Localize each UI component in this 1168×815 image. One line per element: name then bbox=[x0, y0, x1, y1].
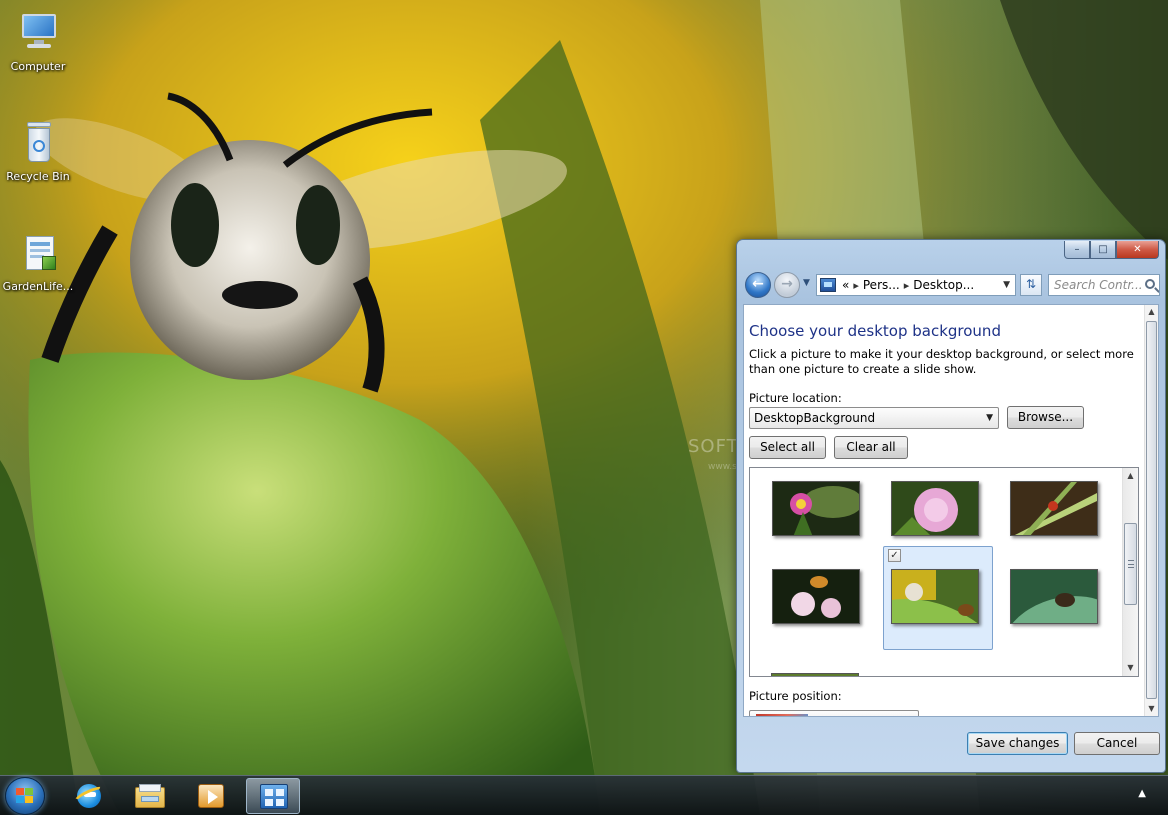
chevron-down-icon: ▼ bbox=[803, 278, 810, 288]
content-scroll-thumb[interactable] bbox=[1146, 321, 1157, 699]
content-scrollbar[interactable]: ▲ ▼ bbox=[1144, 305, 1158, 716]
maximize-button[interactable]: □ bbox=[1090, 241, 1116, 259]
picture-gallery: ✓ ▲ ▼ bbox=[749, 467, 1139, 677]
gallery-scroll-thumb[interactable] bbox=[1124, 523, 1137, 605]
picture-location-label: Picture location: bbox=[749, 391, 842, 405]
content-area: Choose your desktop background Click a p… bbox=[744, 305, 1145, 716]
picture-tile-bee-on-leaf[interactable]: ✓ bbox=[883, 546, 993, 650]
scroll-down-icon[interactable]: ▼ bbox=[1123, 660, 1138, 676]
picture-position-select[interactable] bbox=[749, 710, 919, 716]
address-bar[interactable]: « ▸ Pers... ▸ Desktop... ▼ bbox=[816, 274, 1016, 296]
clear-all-button[interactable]: Clear all bbox=[834, 436, 908, 459]
select-all-button[interactable]: Select all bbox=[749, 436, 826, 459]
picture-checkbox[interactable]: ✓ bbox=[888, 549, 901, 562]
control-panel-icon bbox=[820, 278, 836, 292]
thumbnail-image bbox=[1010, 481, 1098, 536]
arrow-left-icon: ← bbox=[752, 276, 764, 292]
search-icon bbox=[1145, 279, 1155, 289]
address-overflow[interactable]: « bbox=[842, 278, 849, 292]
taskbar-media-player[interactable] bbox=[184, 778, 238, 814]
breadcrumb-desktop-background[interactable]: Desktop... bbox=[913, 278, 974, 292]
search-placeholder: Search Contr... bbox=[1054, 278, 1143, 292]
desktop-icon-label: Computer bbox=[10, 60, 66, 73]
cancel-button[interactable]: Cancel bbox=[1074, 732, 1160, 755]
close-button[interactable]: ✕ bbox=[1116, 241, 1159, 259]
taskbar-file-explorer[interactable] bbox=[123, 778, 177, 814]
minimize-button[interactable]: – bbox=[1064, 241, 1090, 259]
desktop-icon-theme-file[interactable]: GardenLife... bbox=[2, 230, 74, 294]
picture-position-label: Picture position: bbox=[749, 689, 842, 703]
position-preview bbox=[756, 714, 808, 716]
page-description: Click a picture to make it your desktop … bbox=[749, 347, 1134, 376]
arrow-right-icon: → bbox=[781, 276, 793, 292]
start-button[interactable] bbox=[5, 777, 45, 815]
picture-location-select[interactable]: DesktopBackground ▼ bbox=[749, 407, 999, 429]
page-title: Choose your desktop background bbox=[749, 322, 1001, 340]
taskbar-control-panel[interactable] bbox=[246, 778, 300, 814]
window-controls: – □ ✕ bbox=[1064, 241, 1159, 259]
thumbnail-image bbox=[772, 481, 860, 536]
forward-button[interactable]: → bbox=[774, 272, 800, 298]
search-input[interactable]: Search Contr... bbox=[1048, 274, 1160, 296]
recycle-bin-icon bbox=[14, 120, 62, 168]
desktop-icon-label: Recycle Bin bbox=[6, 170, 70, 183]
computer-icon bbox=[14, 10, 62, 58]
internet-explorer-icon bbox=[72, 782, 106, 810]
back-button[interactable]: ← bbox=[745, 272, 771, 298]
taskbar: ▲ bbox=[0, 775, 1168, 815]
picture-tile-bee-on-blossom[interactable] bbox=[750, 546, 860, 650]
thumbnail-image bbox=[772, 569, 860, 624]
checkmark-icon: ✓ bbox=[890, 550, 899, 561]
taskbar-internet-explorer[interactable] bbox=[62, 778, 116, 814]
desktop-icon-label: GardenLife... bbox=[2, 280, 74, 293]
recent-pages-dropdown[interactable]: ▼ bbox=[803, 278, 810, 288]
windows-logo-icon bbox=[16, 788, 34, 804]
refresh-button[interactable]: ⇅ bbox=[1020, 274, 1042, 296]
scroll-down-icon[interactable]: ▼ bbox=[1145, 702, 1158, 716]
scroll-up-icon[interactable]: ▲ bbox=[1123, 468, 1138, 484]
desktop-icon-computer[interactable]: Computer bbox=[2, 10, 74, 74]
chevron-down-icon[interactable]: ▼ bbox=[1003, 280, 1010, 290]
thumbnail-image bbox=[891, 569, 979, 624]
navigation-bar: ← → ▼ « ▸ Pers... ▸ Desktop... ▼ ⇅ Searc… bbox=[745, 272, 1160, 298]
picture-tile-partial[interactable] bbox=[771, 673, 859, 676]
breadcrumb-personalization[interactable]: Pers... bbox=[863, 278, 900, 292]
breadcrumb-separator: ▸ bbox=[853, 278, 859, 292]
gallery-scrollbar[interactable]: ▲ ▼ bbox=[1122, 468, 1138, 676]
dialog-footer: Save changes Cancel bbox=[743, 722, 1160, 768]
desktop-icon-recycle-bin[interactable]: Recycle Bin bbox=[2, 120, 74, 184]
content-pane: Choose your desktop background Click a p… bbox=[743, 304, 1159, 717]
scroll-up-icon[interactable]: ▲ bbox=[1145, 305, 1158, 319]
chevron-down-icon: ▼ bbox=[986, 413, 993, 423]
thumbnail-image bbox=[891, 481, 979, 536]
show-hidden-icons-button[interactable]: ▲ bbox=[1138, 788, 1146, 799]
picture-tile-bug-on-leaf[interactable] bbox=[988, 546, 1098, 650]
personalization-window: – □ ✕ ← → ▼ « ▸ Pers... ▸ Desktop... ▼ ⇅… bbox=[736, 239, 1166, 773]
picture-location-value: DesktopBackground bbox=[754, 411, 876, 425]
refresh-icon: ⇅ bbox=[1025, 277, 1037, 291]
browse-button[interactable]: Browse... bbox=[1007, 406, 1084, 429]
theme-file-icon bbox=[14, 230, 62, 278]
breadcrumb-separator: ▸ bbox=[903, 278, 910, 292]
control-panel-icon bbox=[260, 784, 288, 809]
media-player-icon bbox=[198, 784, 224, 808]
thumbnail-image bbox=[1010, 569, 1098, 624]
save-changes-button[interactable]: Save changes bbox=[967, 732, 1068, 755]
file-explorer-icon bbox=[135, 784, 165, 808]
